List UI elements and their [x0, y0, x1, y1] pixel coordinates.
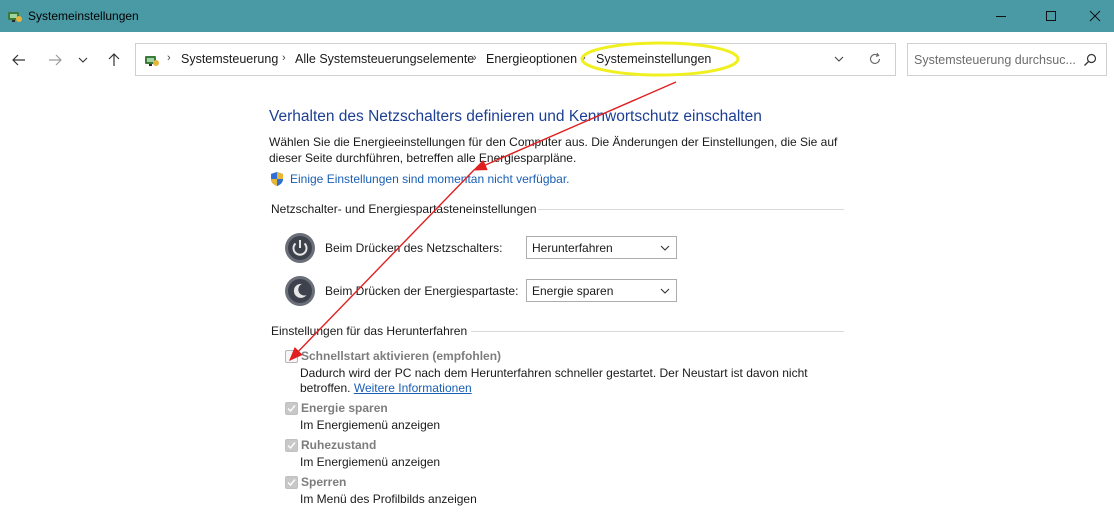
breadcrumb-systemeinstellungen[interactable]: Systemeinstellungen — [596, 52, 711, 66]
maximize-icon — [1046, 11, 1056, 21]
more-info-link[interactable]: Weitere Informationen — [354, 381, 472, 395]
lock-checkbox[interactable] — [285, 476, 298, 489]
forward-button[interactable] — [44, 51, 66, 69]
fast-startup-checkbox[interactable] — [285, 350, 298, 363]
search-box[interactable] — [907, 43, 1107, 76]
title-bar: Systemeinstellungen — [0, 0, 1114, 32]
unavailable-settings-label[interactable]: Einige Einstellungen sind momentan nicht… — [290, 172, 570, 186]
close-button[interactable] — [1072, 0, 1114, 32]
breadcrumb-systemsteuerung[interactable]: Systemsteuerung — [181, 52, 278, 66]
checkmark-icon — [287, 479, 296, 487]
navigation-bar: › Systemsteuerung › Alle Systemsteuerung… — [0, 32, 1114, 86]
maximize-button[interactable] — [1028, 0, 1074, 32]
fast-startup-description: Dadurch wird der PC nach dem Herunterfah… — [300, 366, 830, 396]
breadcrumb-separator-icon[interactable]: › — [582, 52, 586, 64]
shutdown-section-header: Einstellungen für das Herunterfahren — [271, 324, 468, 338]
section-divider — [471, 331, 844, 332]
lock-option-title: Sperren — [301, 475, 347, 489]
sleep-checkbox[interactable] — [285, 402, 298, 415]
arrow-left-icon — [12, 54, 25, 66]
breadcrumb-separator-icon[interactable]: › — [167, 52, 171, 64]
address-bar[interactable]: › Systemsteuerung › Alle Systemsteuerung… — [135, 43, 896, 76]
refresh-button[interactable] — [866, 50, 884, 68]
sleep-button-action-select[interactable]: Energie sparen — [526, 279, 677, 302]
page-title: Verhalten des Netzschalters definieren u… — [269, 108, 762, 125]
section-divider — [538, 209, 844, 210]
breadcrumb-separator-icon[interactable]: › — [282, 52, 286, 64]
hibernate-option-description: Im Energiemenü anzeigen — [300, 455, 441, 469]
arrow-up-icon — [108, 53, 120, 66]
chevron-down-icon — [834, 56, 844, 62]
arrow-right-icon — [49, 54, 62, 66]
power-section-header: Netzschalter- und Energiespartasteneinst… — [271, 202, 537, 216]
breadcrumb-energieoptionen[interactable]: Energieoptionen — [486, 52, 577, 66]
minimize-button[interactable] — [978, 0, 1024, 32]
chevron-down-icon — [660, 288, 670, 294]
sleep-option-title: Energie sparen — [301, 401, 388, 415]
checkmark-icon — [287, 405, 296, 413]
sleep-button-icon — [285, 276, 315, 306]
refresh-icon — [869, 52, 881, 64]
sleep-button-row: Beim Drücken der Energiespartaste: Energ… — [284, 275, 684, 309]
close-icon — [1089, 10, 1101, 22]
address-history-button[interactable] — [830, 50, 848, 68]
breadcrumb-alle-elemente[interactable]: Alle Systemsteuerungselemente — [295, 52, 474, 66]
up-button[interactable] — [103, 51, 125, 69]
fast-startup-title: Schnellstart aktivieren (empfohlen) — [301, 349, 502, 363]
power-button-label: Beim Drücken des Netzschalters: — [325, 241, 503, 255]
power-button-action-value: Herunterfahren — [532, 241, 613, 255]
power-button-row: Beim Drücken des Netzschalters: Herunter… — [284, 232, 684, 266]
hibernate-checkbox[interactable] — [285, 439, 298, 452]
back-button[interactable] — [8, 51, 30, 69]
checkmark-icon — [287, 442, 296, 450]
page-description: Wählen Sie die Energieeinstellungen für … — [269, 135, 838, 165]
power-button-action-select[interactable]: Herunterfahren — [526, 236, 677, 259]
main-content: Verhalten des Netzschalters definieren u… — [0, 86, 1114, 516]
unavailable-settings-link[interactable]: Einige Einstellungen sind momentan nicht… — [269, 171, 570, 187]
sleep-button-action-value: Energie sparen — [532, 284, 614, 298]
sleep-option-description: Im Energiemenü anzeigen — [300, 418, 441, 432]
uac-shield-icon — [271, 172, 283, 186]
hibernate-option-title: Ruhezustand — [301, 438, 377, 452]
chevron-down-icon — [660, 245, 670, 251]
sleep-button-label: Beim Drücken der Energiespartaste: — [325, 284, 519, 298]
control-panel-icon — [145, 56, 159, 66]
recent-locations-button[interactable] — [75, 51, 91, 69]
window-title: Systemeinstellungen — [28, 9, 139, 23]
chevron-down-icon — [78, 57, 88, 63]
breadcrumb-separator-icon[interactable]: › — [473, 52, 477, 64]
lock-option-description: Im Menü des Profilbilds anzeigen — [300, 492, 477, 506]
control-panel-icon — [8, 12, 22, 22]
search-input[interactable] — [914, 51, 1079, 69]
power-button-icon — [285, 233, 315, 263]
search-icon[interactable] — [1082, 52, 1098, 68]
minimize-icon — [996, 16, 1006, 17]
